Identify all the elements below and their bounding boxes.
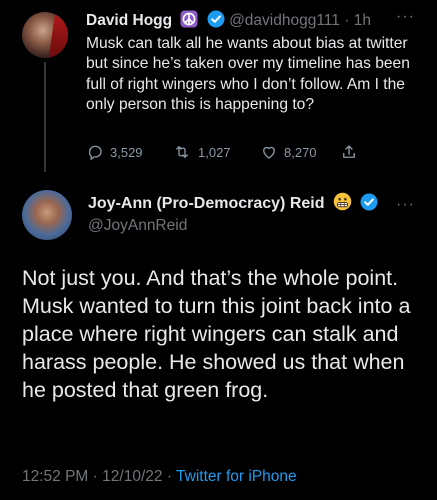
tweet1-display-name[interactable]: David Hogg <box>86 12 172 29</box>
peace-sign-icon <box>180 10 198 34</box>
tweet2-date[interactable]: 12/10/22 <box>102 468 162 485</box>
more-options-icon[interactable]: ··· <box>396 196 415 214</box>
tweet1-header: David Hogg @davidhogg111 · 1h <box>86 10 371 34</box>
tweet1-time[interactable]: 1h <box>354 12 371 29</box>
tweet2-header: Joy-Ann (Pro-Democracy) Reid <box>88 192 378 217</box>
tweet2-time[interactable]: 12:52 PM <box>22 468 88 485</box>
reply-icon <box>86 143 104 161</box>
tweet2-display-name[interactable]: Joy-Ann (Pro-Democracy) Reid <box>88 195 325 212</box>
like-count: 8,270 <box>284 144 317 160</box>
retweet-icon <box>172 143 192 161</box>
tweet1-action-bar: 3,529 1,027 8,270 <box>86 143 386 163</box>
grimacing-face-icon <box>333 192 352 217</box>
tweet2-separator-1: · <box>92 468 98 485</box>
reply-tweet: Joy-Ann (Pro-Democracy) Reid @JoyAnnReid… <box>0 176 437 500</box>
reply-count: 3,529 <box>110 144 143 160</box>
more-options-icon[interactable]: ··· <box>396 8 415 26</box>
reply-button[interactable]: 3,529 <box>86 143 143 161</box>
tweet2-text: Not just you. And that’s the whole point… <box>22 266 411 402</box>
tweet2-separator-2: · <box>166 468 172 485</box>
retweet-count: 1,027 <box>198 144 231 160</box>
retweet-button[interactable]: 1,027 <box>172 143 231 161</box>
share-button[interactable] <box>340 143 358 161</box>
original-tweet: David Hogg @davidhogg111 · 1h ··· Musk c… <box>0 0 437 176</box>
tweet1-text: Musk can talk all he wants about bias at… <box>86 35 410 113</box>
thread-connector-line <box>44 62 46 172</box>
verified-badge-icon <box>207 10 225 34</box>
heart-icon <box>260 143 278 161</box>
tweet2-meta: 12:52 PM · 12/10/22 · Twitter for iPhone <box>22 468 297 486</box>
joy-ann-reid-avatar[interactable] <box>22 190 72 240</box>
david-hogg-avatar[interactable] <box>22 12 68 58</box>
tweet2-handle[interactable]: @JoyAnnReid <box>88 217 187 235</box>
like-button[interactable]: 8,270 <box>260 143 317 161</box>
tweet1-handle[interactable]: @davidhogg111 <box>229 12 340 29</box>
share-icon <box>340 143 358 161</box>
tweet1-separator: · <box>344 12 350 29</box>
tweet2-source-link[interactable]: Twitter for iPhone <box>176 468 297 485</box>
verified-badge-icon <box>360 193 378 217</box>
